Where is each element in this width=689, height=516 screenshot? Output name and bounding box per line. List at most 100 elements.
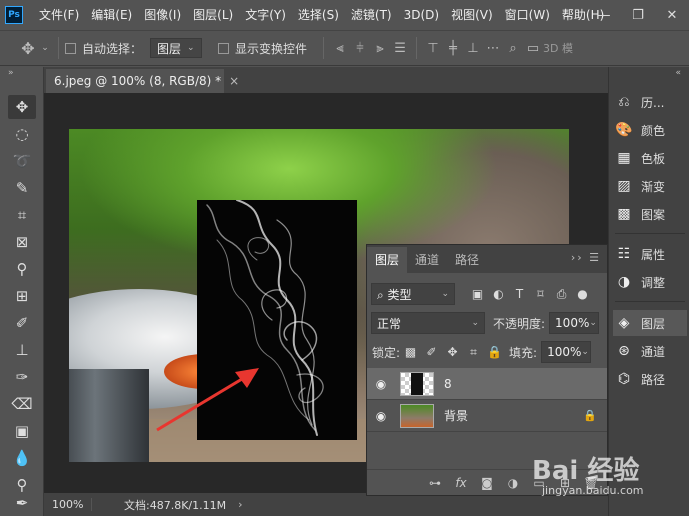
search-icon[interactable]: ⌕ [503,41,523,56]
auto-select-target-dropdown[interactable]: 图层 ⌄ [150,38,203,58]
show-transform-checkbox[interactable] [218,42,230,54]
dock-channels[interactable]: ⊛ 通道 [613,338,687,364]
menu-type[interactable]: 文字(Y) [239,0,292,30]
dock-layers[interactable]: ◈ 图层 [613,310,687,336]
more-options-icon[interactable]: ⋯ [483,41,503,56]
lasso-tool-icon[interactable]: ➰ [8,149,36,173]
menu-view[interactable]: 视图(V) [445,0,499,30]
tab-paths[interactable]: 路径 [447,247,487,273]
pen-tool-icon[interactable]: ✒ [8,491,36,515]
status-menu-arrow-icon[interactable]: › [238,498,242,511]
dock-history[interactable]: ⎌ 历... [613,89,687,115]
zoom-level[interactable]: 100% [44,498,92,511]
filter-adjustment-icon[interactable]: ◐ [488,287,509,301]
collapse-toolbar-icon[interactable]: » [0,67,43,81]
brush-tool-icon[interactable]: ✐ [8,311,36,335]
lock-image-icon[interactable]: ✐ [421,345,442,359]
layer-name[interactable]: 8 [444,377,607,391]
history-icon: ⎌ [618,94,630,110]
align-right-icon[interactable]: ⫸ [370,41,390,56]
properties-icon: ☷ [617,246,631,262]
layer-name[interactable]: 背景 [444,407,583,424]
dock-divider [615,233,685,234]
close-window-button[interactable]: ✕ [655,8,689,23]
link-layers-icon[interactable]: ⊶ [425,476,445,490]
watermark-logo: Bai 经验 [532,456,640,486]
menu-edit[interactable]: 编辑(E) [85,0,138,30]
healing-brush-tool-icon[interactable]: ⊞ [8,284,36,308]
lock-transparent-icon[interactable]: ▩ [400,345,421,359]
history-brush-tool-icon[interactable]: ✑ [8,365,36,389]
menu-image[interactable]: 图像(I) [138,0,187,30]
blend-mode-dropdown[interactable]: 正常 ⌄ [371,312,485,334]
filter-toggle-icon[interactable]: ● [572,287,593,301]
photoshop-logo-icon[interactable]: Ps [5,6,23,24]
lock-artboard-icon[interactable]: ⌗ [463,345,484,360]
layer-thumbnail-content [411,372,423,395]
dock-properties[interactable]: ☷ 属性 [613,241,687,267]
workspace-icon[interactable]: ▭ [523,41,543,56]
dock-gradients[interactable]: ▨ 渐变 [613,173,687,199]
fx-icon[interactable]: fx [451,476,471,490]
dock-patterns[interactable]: ▩ 图案 [613,201,687,227]
filter-pixel-icon[interactable]: ▣ [467,287,488,301]
crop-tool-icon[interactable]: ⌗ [8,203,36,227]
auto-select-target-value: 图层 [157,41,182,56]
menu-file[interactable]: 文件(F) [33,0,85,30]
menu-3d[interactable]: 3D(D) [398,0,445,30]
color-icon: 🎨 [615,122,633,138]
move-tool-icon[interactable]: ✥ [8,95,36,119]
document-tab[interactable]: 6.jpeg @ 100% (8, RGB/8) * × [46,69,239,93]
clone-stamp-tool-icon[interactable]: ⊥ [8,338,36,362]
eraser-tool-icon[interactable]: ⌫ [8,392,36,416]
eye-icon[interactable]: ◉ [367,409,395,423]
filter-type-icon[interactable]: T [509,287,530,301]
restore-button[interactable]: ❐ [621,8,655,23]
opacity-value: 100% [555,316,590,330]
distribute-icon[interactable]: ☰ [390,41,410,56]
panel-menu-icon[interactable]: ›› ☰ [571,251,601,264]
align-bottom-icon[interactable]: ⊥ [463,41,483,56]
lock-all-icon[interactable]: 🔒 [484,345,505,359]
opacity-field[interactable]: 100% ⌄ [549,312,600,334]
marquee-tool-icon[interactable]: ◌ [8,122,36,146]
align-hcenter-icon[interactable]: ⫩ [350,41,370,56]
tab-channels[interactable]: 通道 [407,247,447,273]
layer-row-8[interactable]: ◉ 8 [367,368,607,400]
align-left-icon[interactable]: ⫷ [330,41,350,56]
gradient-tool-icon[interactable]: ▣ [8,419,36,443]
dock-paths[interactable]: ⌬ 路径 [613,366,687,392]
menu-window[interactable]: 窗口(W) [499,0,556,30]
add-mask-icon[interactable]: ◙ [477,476,497,490]
watermark: Bai 经验 jingyan.baidu.com [510,450,660,500]
chevron-down-icon[interactable]: ⌄ [38,43,52,53]
dock-color[interactable]: 🎨 颜色 [613,117,687,143]
menu-filter[interactable]: 滤镜(T) [345,0,398,30]
layer-row-background[interactable]: ◉ 背景 🔒 [367,400,607,432]
filter-type-dropdown[interactable]: ⌕ 类型 ⌄ [371,283,455,305]
chevron-down-icon: ⌄ [441,289,449,299]
filter-smart-object-icon[interactable]: ⎙ [551,287,572,302]
dock-adjustments[interactable]: ◑ 调整 [613,269,687,295]
auto-select-checkbox[interactable] [65,42,76,54]
move-tool-icon[interactable]: ✥ [18,39,38,58]
fill-field[interactable]: 100% ⌄ [541,341,592,363]
filter-shape-icon[interactable]: ⌑ [530,287,551,301]
align-top-icon[interactable]: ⊤ [423,41,443,56]
collapse-dock-icon[interactable]: « [609,67,689,81]
blur-tool-icon[interactable]: 💧 [8,446,36,470]
close-tab-icon[interactable]: × [229,74,239,88]
eyedropper-tool-icon[interactable]: ⚲ [8,257,36,281]
tab-layers[interactable]: 图层 [367,247,408,273]
dock-history-label: 历... [641,95,665,110]
minimize-button[interactable]: — [587,8,621,23]
quick-select-tool-icon[interactable]: ✎ [8,176,36,200]
menu-select[interactable]: 选择(S) [292,0,345,30]
dock-swatches[interactable]: ▦ 色板 [613,145,687,171]
align-vcenter-icon[interactable]: ╪ [443,41,463,56]
lock-position-icon[interactable]: ✥ [442,345,463,359]
menu-layer[interactable]: 图层(L) [187,0,239,30]
eye-icon[interactable]: ◉ [367,377,395,391]
frame-tool-icon[interactable]: ⊠ [8,230,36,254]
red-arrow-annotation [156,368,259,432]
